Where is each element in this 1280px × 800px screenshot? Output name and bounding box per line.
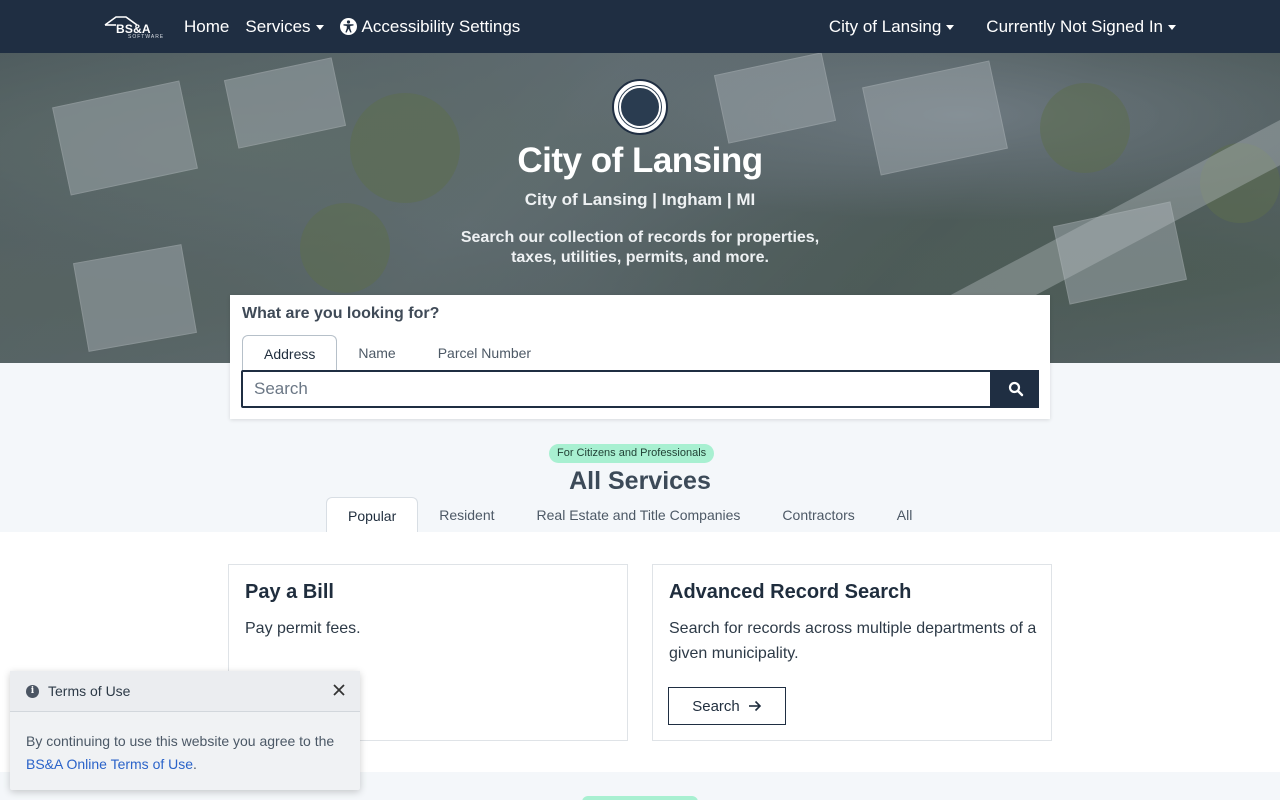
hero-bg-house — [73, 244, 197, 352]
nav-accessibility-label: Accessibility Settings — [361, 16, 521, 36]
info-icon: i — [26, 684, 39, 698]
terms-of-use-toast: i Terms of Use By continuing to use this… — [10, 671, 360, 790]
service-card-advanced-search: Advanced Record Search Search for record… — [652, 564, 1052, 741]
card-description: Search for records across multiple depar… — [669, 620, 1037, 662]
bsa-logo[interactable]: BS&A SOFTWARE — [100, 14, 174, 40]
services-tabs: Popular Resident Real Estate and Title C… — [326, 497, 933, 532]
search-label: What are you looking for? — [242, 305, 440, 322]
nav-home-label: Home — [184, 16, 230, 36]
nav-account-label: Currently Not Signed In — [986, 16, 1163, 36]
card-description: Pay permit fees. — [245, 620, 361, 637]
nav-right-group: City of Lansing Currently Not Signed In — [797, 17, 1176, 37]
audience-badge: For Citizens and Professionals — [549, 444, 715, 463]
arrow-right-icon — [748, 700, 761, 712]
card-title: Advanced Record Search — [669, 581, 912, 603]
nav-municipality-label: City of Lansing — [828, 16, 942, 36]
advanced-search-button-label: Search — [692, 697, 740, 715]
search-tabs: Address Name Parcel Number — [242, 335, 552, 371]
hero-bg-house — [713, 53, 837, 144]
toast-title: Terms of Use — [48, 683, 131, 699]
caret-down-icon — [1168, 24, 1176, 30]
caret-down-icon — [946, 24, 955, 30]
nav-account-dropdown[interactable]: Currently Not Signed In — [986, 17, 1176, 37]
search-card: What are you looking for? Address Name P… — [230, 295, 1050, 419]
toast-header: i Terms of Use — [10, 671, 360, 712]
nav-services-dropdown[interactable]: Services — [245, 16, 324, 37]
services-tab-all[interactable]: All — [876, 497, 934, 532]
logo-sub-text: SOFTWARE — [128, 33, 165, 40]
services-tab-popular[interactable]: Popular — [326, 497, 419, 532]
services-tab-contractors[interactable]: Contractors — [761, 497, 875, 532]
search-tab-parcel-number[interactable]: Parcel Number — [417, 335, 552, 371]
search-tab-address[interactable]: Address — [242, 335, 338, 371]
accessibility-icon — [339, 18, 357, 35]
caret-down-icon — [315, 24, 324, 30]
nav-municipality-dropdown[interactable]: City of Lansing — [828, 16, 955, 37]
footer-badge — [582, 796, 698, 800]
toast-body: By continuing to use this website you ag… — [10, 712, 360, 776]
search-button[interactable] — [992, 370, 1039, 408]
search-icon — [1008, 381, 1023, 397]
search-row — [241, 370, 1039, 408]
search-tab-name[interactable]: Name — [337, 335, 416, 371]
services-tab-resident[interactable]: Resident — [418, 497, 515, 532]
nav-accessibility-settings[interactable]: Accessibility Settings — [339, 16, 521, 37]
services-title: All Services — [569, 467, 711, 495]
hero-bg-house — [223, 57, 347, 149]
hero-title: City of Lansing — [517, 141, 763, 180]
advanced-search-button[interactable]: Search — [668, 687, 786, 725]
city-seal-icon — [612, 79, 668, 135]
hero-bg-tree — [300, 203, 390, 293]
card-title: Pay a Bill — [245, 581, 334, 603]
toast-body-text: By continuing to use this website you ag… — [26, 733, 335, 749]
close-icon — [333, 684, 345, 696]
nav-home[interactable]: Home — [184, 17, 229, 37]
toast-close-button[interactable] — [332, 681, 346, 702]
search-input[interactable] — [241, 370, 992, 408]
toast-body-suffix: . — [193, 756, 197, 772]
hero-subtitle: City of Lansing | Ingham | MI — [524, 190, 756, 209]
terms-of-use-link[interactable]: BS&A Online Terms of Use — [26, 756, 193, 772]
hero-description: Search our collection of records for pro… — [460, 229, 820, 266]
top-navbar: BS&A SOFTWARE Home Services Accessibilit… — [0, 0, 1280, 53]
nav-services-label: Services — [245, 16, 311, 36]
services-tab-real-estate[interactable]: Real Estate and Title Companies — [516, 497, 762, 532]
